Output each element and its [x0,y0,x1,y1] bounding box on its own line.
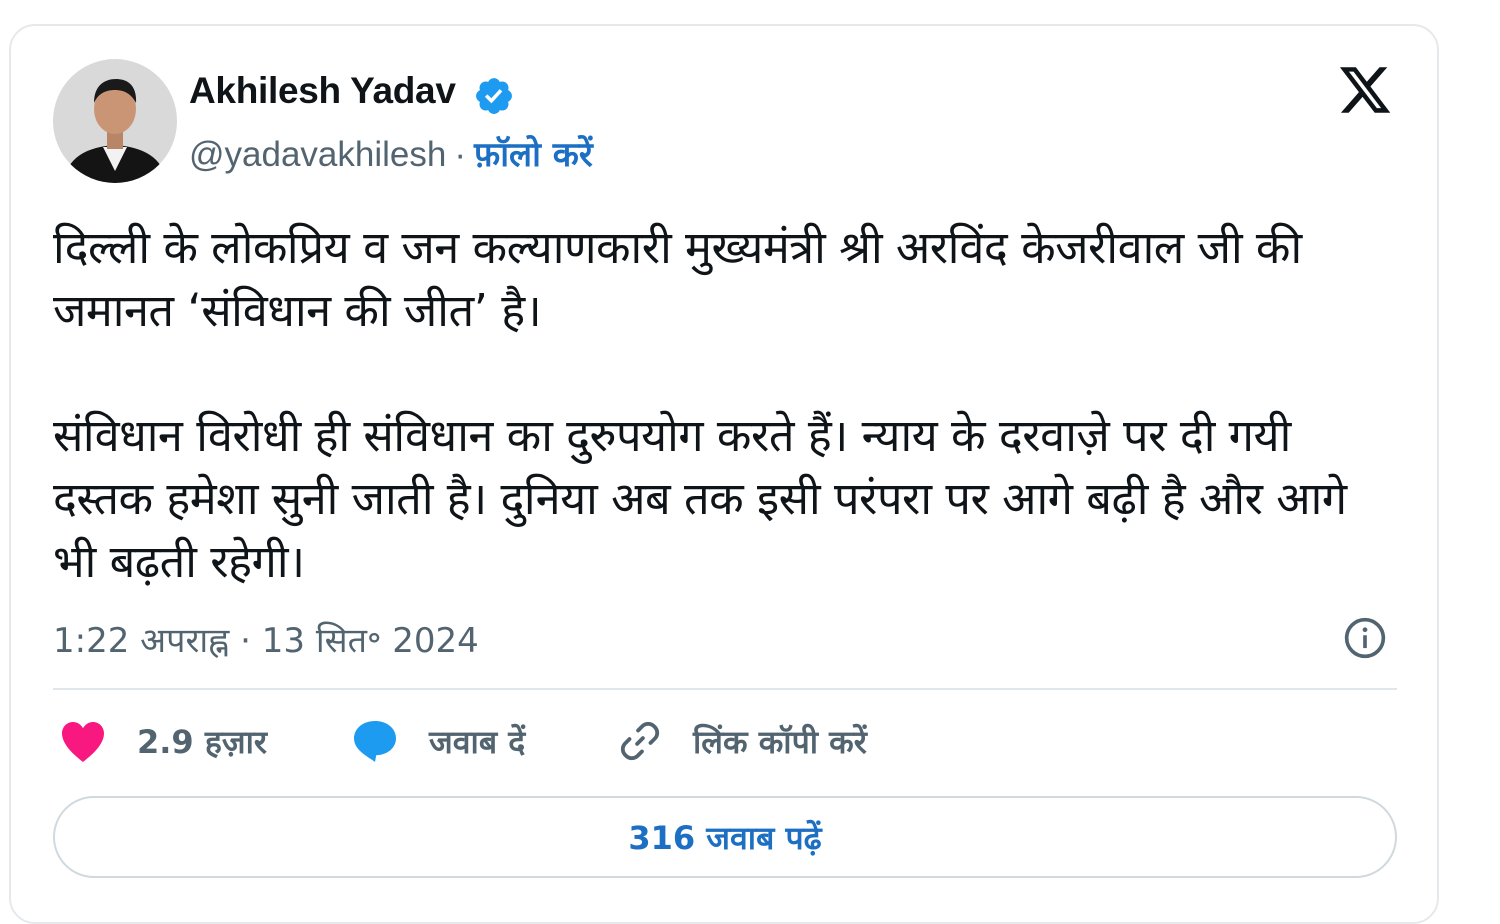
read-replies-button[interactable]: 316 जवाब पढ़ें [53,796,1397,878]
like-button[interactable]: 2.9 हज़ार [59,716,267,766]
verified-badge-icon [476,78,512,114]
divider [53,688,1397,690]
copy-link-label: लिंक कॉपी करें [693,722,867,761]
follow-button[interactable]: फ़ॉलो करें [474,135,593,175]
tweet-paragraph-1: दिल्ली के लोकप्रिय व जन कल्याणकारी मुख्य… [53,221,1302,337]
display-name[interactable]: Akhilesh Yadav [189,70,456,112]
separator-dot: · [454,135,466,174]
tweet-date: 13 सित॰ 2024 [261,621,479,661]
tweet-text: दिल्ली के लोकप्रिय व जन कल्याणकारी मुख्य… [53,216,1403,593]
heart-icon [62,722,104,762]
reply-button[interactable]: जवाब दें [351,716,525,766]
tweet-time: 1:22 अपराह्न [53,621,230,661]
tweet-embed-card: Akhilesh Yadav @yadavakhilesh · फ़ॉलो करें… [9,24,1439,924]
user-handle[interactable]: @yadavakhilesh [189,135,446,174]
tweet-paragraph-2: संविधान विरोधी ही संविधान का दुरुपयोग कर… [53,409,1347,588]
copy-link-button[interactable]: लिंक कॉपी करें [617,716,867,766]
tweet-timestamp[interactable]: 1:22 अपराह्न · 13 सित॰ 2024 [53,616,479,662]
speech-bubble-icon [354,721,396,762]
like-count: 2.9 हज़ार [137,722,267,761]
separator-dot: · [240,621,251,661]
link-icon [620,721,660,761]
handle-row: @yadavakhilesh · फ़ॉलो करें [189,130,593,176]
reply-label: जवाब दें [429,722,526,761]
x-logo-icon[interactable] [1337,62,1393,118]
info-icon[interactable] [1343,616,1387,660]
avatar[interactable] [53,59,177,183]
